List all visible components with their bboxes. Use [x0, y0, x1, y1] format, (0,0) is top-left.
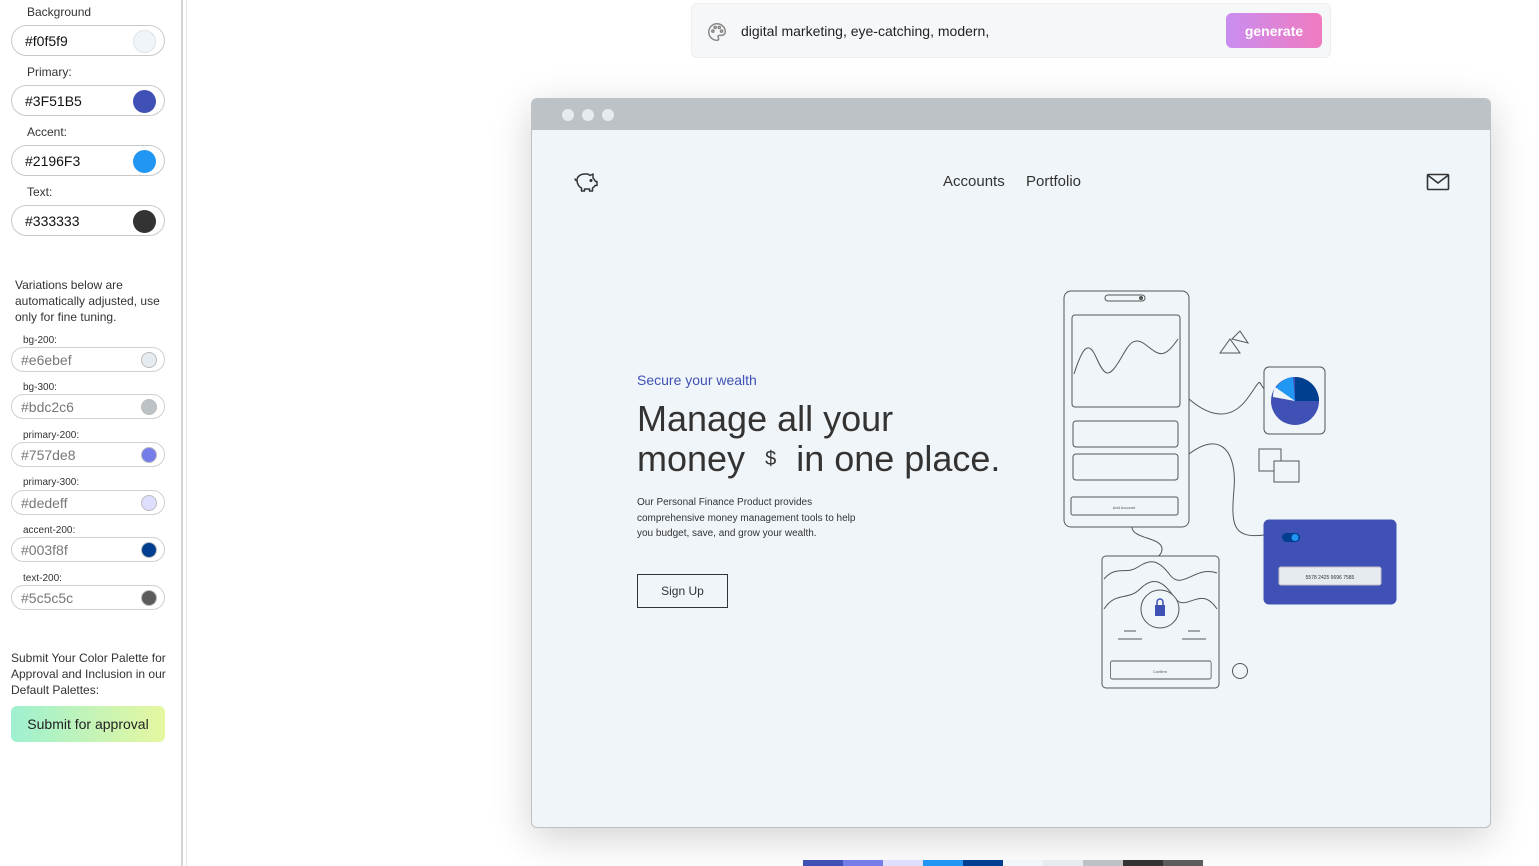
palette-strip-swatch: [1163, 860, 1203, 866]
variations-note: Variations below are automatically adjus…: [15, 278, 160, 324]
color-input[interactable]: #f0f5f9: [11, 25, 165, 56]
nav-link-portfolio[interactable]: Portfolio: [1026, 173, 1081, 190]
palette-strip: [803, 860, 1203, 866]
piggy-bank-icon[interactable]: [574, 171, 598, 198]
color-input[interactable]: #2196F3: [11, 145, 165, 176]
color-swatch[interactable]: [133, 90, 156, 113]
color-input[interactable]: #3F51B5: [11, 85, 165, 116]
color-swatch[interactable]: [133, 150, 156, 173]
palette-strip-swatch: [1083, 860, 1123, 866]
palette-strip-swatch: [1043, 860, 1083, 866]
color-value[interactable]: #3F51B5: [25, 93, 82, 109]
variation-input[interactable]: #dedeff: [11, 490, 165, 515]
dollar-icon: $: [765, 448, 777, 470]
palette-strip-swatch: [883, 860, 923, 866]
window-dot: [582, 109, 594, 121]
window-dot: [602, 109, 614, 121]
palette-strip-swatch: [1003, 860, 1043, 866]
color-value[interactable]: #2196F3: [25, 153, 80, 169]
browser-titlebar: [532, 99, 1490, 130]
variation-input[interactable]: #5c5c5c: [11, 585, 165, 610]
palette-strip-swatch: [803, 860, 843, 866]
variation-label: accent-200:: [23, 525, 76, 536]
prompt-bar: digital marketing, eye-catching, modern,…: [691, 3, 1331, 58]
color-input[interactable]: #333333: [11, 205, 165, 236]
color-swatch[interactable]: [133, 210, 156, 233]
hero-eyebrow: Secure your wealth: [637, 372, 757, 388]
variation-value[interactable]: #dedeff: [21, 495, 67, 511]
hero-description: Our Personal Finance Product provides co…: [637, 497, 856, 539]
hero-headline: Manage all your money $ in one place.: [637, 399, 1037, 479]
variation-input[interactable]: #003f8f: [11, 537, 165, 562]
headline-rest: in one place.: [796, 438, 1001, 479]
color-label: Text:: [27, 185, 53, 199]
submit-note: Submit Your Color Palette for Approval a…: [11, 651, 166, 697]
color-label: Primary:: [27, 65, 72, 79]
sidebar-divider[interactable]: [181, 0, 183, 866]
confirm-label: Confirm: [1153, 669, 1168, 674]
headline-line-2: money $ in one place.: [637, 439, 1037, 479]
nav-link-accounts[interactable]: Accounts: [943, 173, 1005, 190]
variation-swatch[interactable]: [141, 447, 157, 463]
palette-strip-swatch: [963, 860, 1003, 866]
headline-line-1: Manage all your: [637, 398, 894, 439]
prompt-input[interactable]: digital marketing, eye-catching, modern,: [741, 23, 989, 39]
color-value[interactable]: #f0f5f9: [25, 33, 68, 49]
color-swatch[interactable]: [133, 30, 156, 53]
palette-strip-swatch: [1123, 860, 1163, 866]
variation-swatch[interactable]: [141, 495, 157, 511]
variation-value[interactable]: #e6ebef: [21, 352, 72, 368]
color-value[interactable]: #333333: [25, 213, 80, 229]
mail-icon[interactable]: [1426, 173, 1450, 196]
variation-value[interactable]: #003f8f: [21, 542, 68, 558]
color-settings-sidebar: Background #f0f5f9 Primary: #3F51B5 Accent: #…: [0, 0, 182, 866]
variation-value[interactable]: #5c5c5c: [21, 590, 73, 606]
variation-label: text-200:: [23, 573, 62, 584]
headline-money: money: [637, 438, 746, 479]
variation-swatch[interactable]: [141, 399, 157, 415]
variation-input[interactable]: #bdc2c6: [11, 394, 165, 419]
website-preview: Accounts Portfolio Secure your wealth Ma…: [531, 98, 1491, 828]
palette-strip-swatch: [843, 860, 883, 866]
variation-label: bg-300:: [23, 382, 57, 393]
generate-button[interactable]: generate: [1226, 13, 1322, 48]
card-number: 5578 2425 9696 7585: [1306, 575, 1355, 581]
variation-swatch[interactable]: [141, 542, 157, 558]
variation-input[interactable]: #e6ebef: [11, 347, 165, 372]
window-dot: [562, 109, 574, 121]
variation-label: primary-200:: [23, 430, 80, 441]
variation-value[interactable]: #bdc2c6: [21, 399, 74, 415]
variation-input[interactable]: #757de8: [11, 442, 165, 467]
variation-swatch[interactable]: [141, 352, 157, 368]
palette-icon: [706, 21, 728, 48]
finance-illustration: Add Account 5578 2425 9696 7585 Confirm: [1052, 279, 1412, 704]
palette-strip-swatch: [923, 860, 963, 866]
add-account-label: Add Account: [1113, 505, 1136, 510]
variation-swatch[interactable]: [141, 590, 157, 606]
sign-up-button[interactable]: Sign Up: [637, 574, 728, 608]
color-label: Background: [27, 5, 92, 19]
variation-label: primary-300:: [23, 477, 80, 488]
color-label: Accent:: [27, 125, 68, 139]
submit-for-approval-button[interactable]: Submit for approval: [11, 706, 165, 742]
variation-label: bg-200:: [23, 335, 57, 346]
variation-value[interactable]: #757de8: [21, 447, 76, 463]
sidebar-divider-edge: [186, 0, 187, 866]
